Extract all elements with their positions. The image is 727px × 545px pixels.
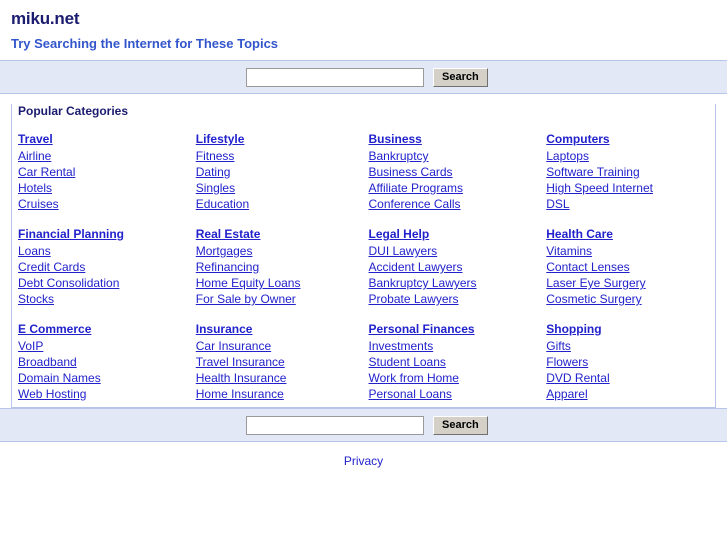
category-link[interactable]: DUI Lawyers — [369, 243, 541, 259]
category-link[interactable]: Affiliate Programs — [369, 180, 541, 196]
category-link[interactable]: DVD Rental — [546, 370, 715, 386]
bottom-search-form: Search — [246, 415, 488, 435]
category-link[interactable]: Personal Loans — [369, 386, 541, 402]
category-link[interactable]: Apparel — [546, 386, 715, 402]
category-link[interactable]: Laptops — [546, 148, 715, 164]
panel-title: Popular Categories — [18, 104, 129, 118]
site-title: miku.net — [11, 9, 80, 28]
category-heading-business[interactable]: Business — [369, 131, 541, 147]
category-heading-shopping[interactable]: Shopping — [546, 321, 715, 337]
category-link[interactable]: Car Insurance — [196, 338, 363, 354]
category-link[interactable]: Education — [196, 196, 363, 212]
category-heading-legal-help[interactable]: Legal Help — [369, 226, 541, 242]
category-heading-travel[interactable]: Travel — [18, 131, 190, 147]
category-link[interactable]: Software Training — [546, 164, 715, 180]
category-heading-financial-planning[interactable]: Financial Planning — [18, 226, 190, 242]
category-link[interactable]: Travel Insurance — [196, 354, 363, 370]
category-link[interactable]: Contact Lenses — [546, 259, 715, 275]
category-heading-health-care[interactable]: Health Care — [546, 226, 715, 242]
category-travel: Travel Airline Car Rental Hotels Cruises — [12, 131, 190, 212]
category-link[interactable]: Flowers — [546, 354, 715, 370]
category-link[interactable]: Fitness — [196, 148, 363, 164]
category-financial-planning: Financial Planning Loans Credit Cards De… — [12, 226, 190, 307]
category-link[interactable]: Home Equity Loans — [196, 275, 363, 291]
category-heading-e-commerce[interactable]: E Commerce — [18, 321, 190, 337]
category-heading-insurance[interactable]: Insurance — [196, 321, 363, 337]
search-button[interactable]: Search — [433, 67, 488, 87]
privacy-link[interactable]: Privacy — [344, 454, 383, 468]
page-header: miku.net Try Searching the Internet for … — [0, 0, 727, 51]
categories-row: E Commerce VoIP Broadband Domain Names W… — [12, 321, 715, 402]
top-search-band: Search — [0, 60, 727, 94]
popular-categories-panel: Popular Categories Travel Airline Car Re… — [11, 104, 716, 408]
category-link[interactable]: Hotels — [18, 180, 190, 196]
category-insurance: Insurance Car Insurance Travel Insurance… — [190, 321, 363, 402]
category-heading-computers[interactable]: Computers — [546, 131, 715, 147]
search-button-bottom[interactable]: Search — [433, 415, 488, 435]
category-link[interactable]: Student Loans — [369, 354, 541, 370]
row-spacer — [12, 212, 715, 226]
category-computers: Computers Laptops Software Training High… — [540, 131, 715, 212]
category-link[interactable]: Cruises — [18, 196, 190, 212]
category-business: Business Bankruptcy Business Cards Affil… — [363, 131, 541, 212]
category-link[interactable]: For Sale by Owner — [196, 291, 363, 307]
categories-row: Financial Planning Loans Credit Cards De… — [12, 226, 715, 307]
category-link[interactable]: Work from Home — [369, 370, 541, 386]
category-link[interactable]: Mortgages — [196, 243, 363, 259]
category-link[interactable]: Loans — [18, 243, 190, 259]
category-heading-real-estate[interactable]: Real Estate — [196, 226, 363, 242]
category-link[interactable]: Investments — [369, 338, 541, 354]
category-e-commerce: E Commerce VoIP Broadband Domain Names W… — [12, 321, 190, 402]
category-link[interactable]: Laser Eye Surgery — [546, 275, 715, 291]
category-link[interactable]: Web Hosting — [18, 386, 190, 402]
categories-row: Travel Airline Car Rental Hotels Cruises… — [12, 131, 715, 212]
category-personal-finances: Personal Finances Investments Student Lo… — [363, 321, 541, 402]
category-heading-personal-finances[interactable]: Personal Finances — [369, 321, 541, 337]
search-input-bottom[interactable] — [246, 415, 424, 435]
bottom-search-band: Search — [0, 408, 727, 442]
category-link[interactable]: Broadband — [18, 354, 190, 370]
category-link[interactable]: Accident Lawyers — [369, 259, 541, 275]
category-legal-help: Legal Help DUI Lawyers Accident Lawyers … — [363, 226, 541, 307]
category-real-estate: Real Estate Mortgages Refinancing Home E… — [190, 226, 363, 307]
category-link[interactable]: High Speed Internet — [546, 180, 715, 196]
category-lifestyle: Lifestyle Fitness Dating Singles Educati… — [190, 131, 363, 212]
category-link[interactable]: Singles — [196, 180, 363, 196]
category-link[interactable]: VoIP — [18, 338, 190, 354]
category-link[interactable]: Stocks — [18, 291, 190, 307]
category-link[interactable]: Vitamins — [546, 243, 715, 259]
category-link[interactable]: Business Cards — [369, 164, 541, 180]
category-link[interactable]: DSL — [546, 196, 715, 212]
category-link[interactable]: Probate Lawyers — [369, 291, 541, 307]
page-tagline: Try Searching the Internet for These Top… — [11, 36, 279, 51]
category-link[interactable]: Domain Names — [18, 370, 190, 386]
footer: Privacy — [0, 442, 727, 468]
categories-grid: Travel Airline Car Rental Hotels Cruises… — [12, 131, 715, 402]
category-link[interactable]: Bankruptcy Lawyers — [369, 275, 541, 291]
category-link[interactable]: Home Insurance — [196, 386, 363, 402]
category-link[interactable]: Cosmetic Surgery — [546, 291, 715, 307]
search-input[interactable] — [246, 67, 424, 87]
top-search-form: Search — [246, 67, 488, 87]
category-shopping: Shopping Gifts Flowers DVD Rental Appare… — [540, 321, 715, 402]
category-heading-lifestyle[interactable]: Lifestyle — [196, 131, 363, 147]
category-link[interactable]: Dating — [196, 164, 363, 180]
category-link[interactable]: Airline — [18, 148, 190, 164]
category-link[interactable]: Refinancing — [196, 259, 363, 275]
category-link[interactable]: Credit Cards — [18, 259, 190, 275]
category-health-care: Health Care Vitamins Contact Lenses Lase… — [540, 226, 715, 307]
row-spacer — [12, 307, 715, 321]
category-link[interactable]: Gifts — [546, 338, 715, 354]
category-link[interactable]: Debt Consolidation — [18, 275, 190, 291]
category-link[interactable]: Car Rental — [18, 164, 190, 180]
category-link[interactable]: Bankruptcy — [369, 148, 541, 164]
category-link[interactable]: Health Insurance — [196, 370, 363, 386]
category-link[interactable]: Conference Calls — [369, 196, 541, 212]
